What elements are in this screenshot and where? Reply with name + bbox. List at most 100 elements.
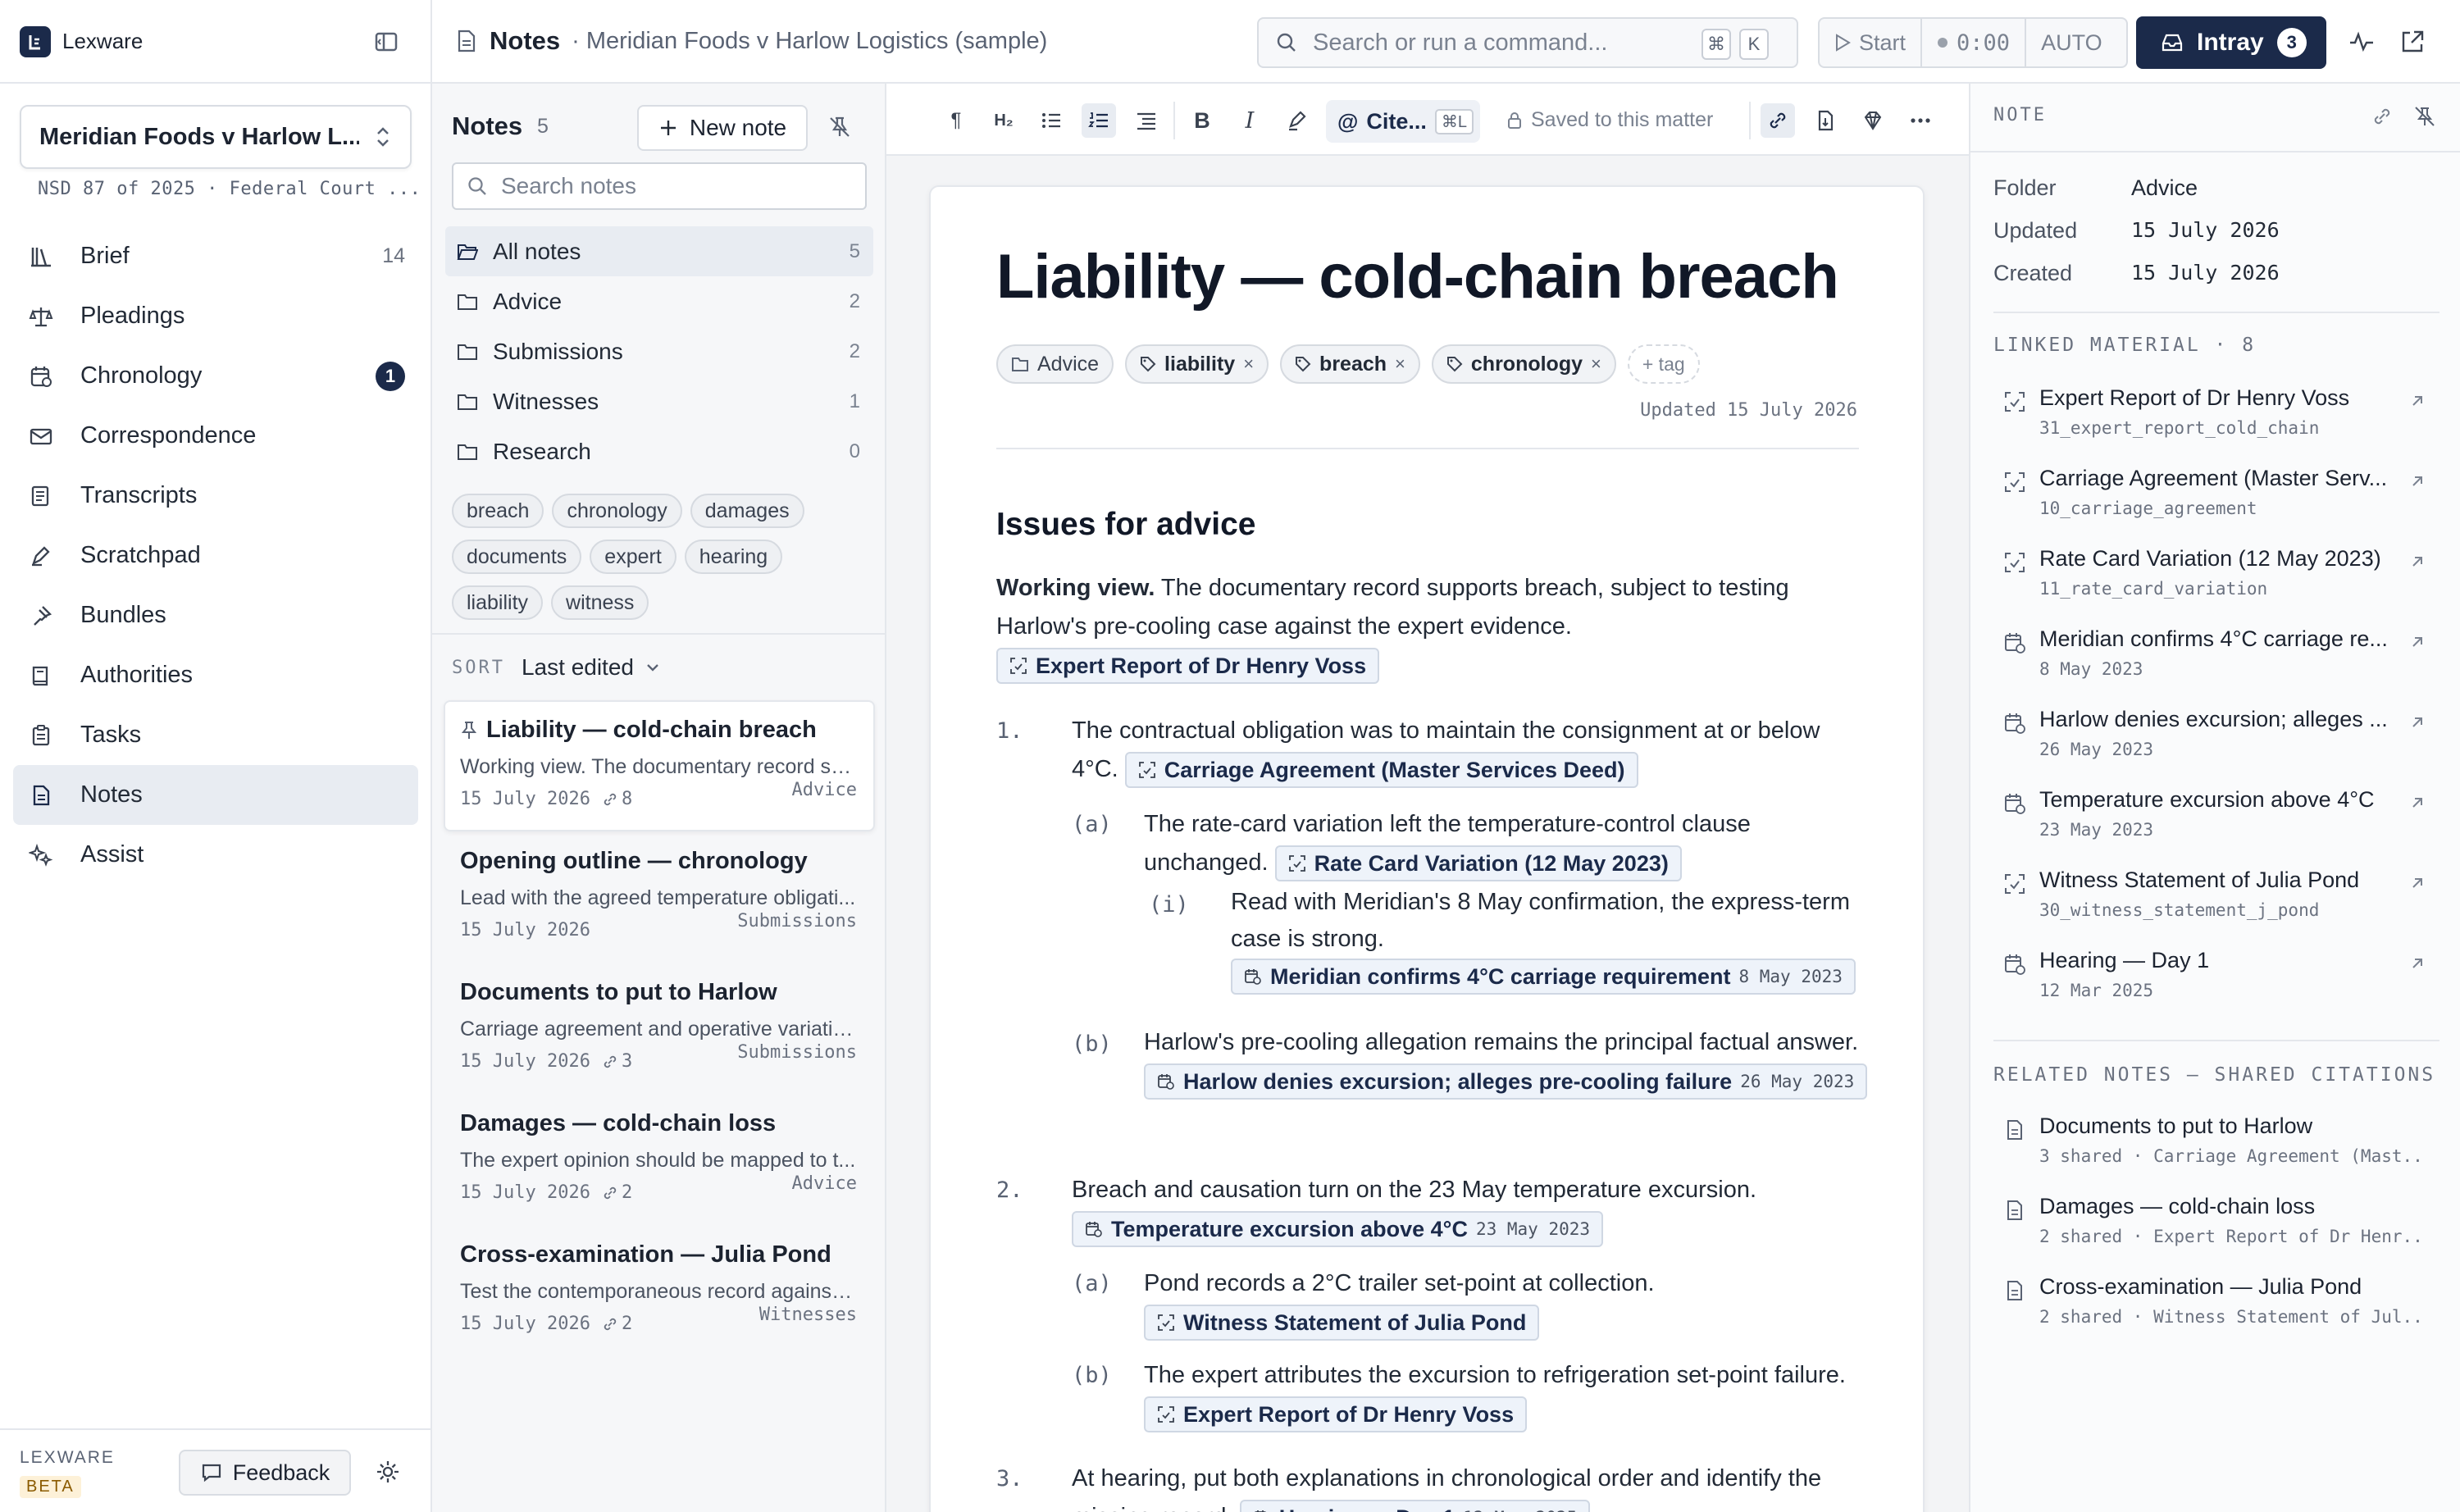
note-tag-breach[interactable]: breach × [1280,344,1420,384]
citation-chip-document[interactable]: Carriage Agreement (Master Services Deed… [1124,752,1638,789]
sidebar-item-scratchpad[interactable]: Scratchpad [13,526,418,585]
lexware-logo[interactable] [20,26,51,57]
folder-submissions[interactable]: Submissions 2 [445,326,873,376]
intro-paragraph[interactable]: Working view. The documentary record sup… [996,569,1866,685]
unpin-icon[interactable] [827,115,854,141]
collapse-sidebar-icon[interactable] [372,28,400,56]
bold-icon[interactable]: B [1185,103,1219,138]
sidebar-item-authorities[interactable]: Authorities [13,645,418,705]
unpin-icon[interactable] [2413,105,2438,130]
list-item-1b[interactable]: Harlow's pre-cooling allegation remains … [1144,1023,1874,1100]
heading-button[interactable]: H₂ [986,103,1021,138]
citation-chip-document[interactable]: Rate Card Variation (12 May 2023) [1274,845,1682,882]
remove-tag-icon[interactable]: × [1395,353,1405,375]
export-pdf-icon[interactable] [1808,103,1843,138]
sidebar-item-brief[interactable]: Brief 14 [13,226,418,286]
arrow-up-right-icon[interactable] [2408,874,2426,892]
note-list-item[interactable]: Opening outline — chronology Lead with t… [444,831,875,963]
linked-material-item[interactable]: Rate Card Variation (12 May 2023) 11_rat… [1993,546,2440,626]
sidebar-item-bundles[interactable]: Bundles [13,585,418,645]
linked-material-item[interactable]: Harlow denies excursion; alleges ... 26 … [1993,707,2440,787]
list-item-2[interactable]: Breach and causation turn on the 23 May … [1072,1171,1867,1248]
tag-filter-witness[interactable]: witness [551,585,649,620]
link-icon[interactable] [1761,103,1795,138]
tag-filter-expert[interactable]: expert [590,540,676,574]
timer-start-button[interactable]: Start [1820,19,1923,66]
citation-chip-document[interactable]: Expert Report of Dr Henry Voss [1144,1396,1528,1433]
list-item-2a[interactable]: Pond records a 2°C trailer set-point at … [1144,1264,1857,1341]
citation-chip-event[interactable]: Harlow denies excursion; alleges pre-coo… [1144,1063,1868,1100]
activity-icon[interactable] [2348,28,2377,57]
note-list-item[interactable]: Documents to put to Harlow Carriage agre… [444,963,875,1094]
linked-material-item[interactable]: Temperature excursion above 4°C 23 May 2… [1993,787,2440,868]
notes-search-input[interactable]: Search notes [452,162,867,210]
citation-chip-document[interactable]: Witness Statement of Julia Pond [1144,1305,1540,1341]
list-item-2b[interactable]: The expert attributes the excursion to r… [1144,1356,1857,1433]
folder-witnesses[interactable]: Witnesses 1 [445,376,873,426]
sidebar-item-pleadings[interactable]: Pleadings [13,286,418,346]
note-list-item[interactable]: Damages — cold-chain loss The expert opi… [444,1094,875,1225]
arrow-up-right-icon[interactable] [2408,954,2426,972]
linked-material-item[interactable]: Hearing — Day 1 12 Mar 2025 [1993,948,2440,1028]
arrow-up-right-icon[interactable] [2408,553,2426,571]
note-list-item[interactable]: Liability — cold-chain breach Working vi… [444,700,875,831]
copy-link-icon[interactable] [2371,105,2395,130]
breadcrumb-matter[interactable]: · Meridian Foods v Harlow Logistics (sam… [572,28,1047,55]
italic-icon[interactable]: I [1232,103,1267,138]
related-note-item[interactable]: Damages — cold-chain loss 2 shared · Exp… [1993,1194,2440,1274]
open-external-icon[interactable] [2398,28,2428,57]
citation-chip-event[interactable]: Temperature excursion above 4°C 23 May 20… [1072,1211,1604,1248]
list-item-3[interactable]: At hearing, put both explanations in chr… [1072,1460,1867,1512]
section-heading[interactable]: Issues for advice [996,507,1256,543]
cite-button[interactable]: @ Cite... ⌘L [1326,100,1480,143]
note-folder-tag[interactable]: Advice [996,344,1114,384]
remove-tag-icon[interactable]: × [1591,353,1601,375]
tag-filter-hearing[interactable]: hearing [684,540,783,574]
matter-selector[interactable]: Meridian Foods v Harlow L... [20,105,412,169]
bullet-list-icon[interactable] [1034,103,1068,138]
arrow-up-right-icon[interactable] [2408,794,2426,812]
linked-material-item[interactable]: Carriage Agreement (Master Serv... 10_ca… [1993,466,2440,546]
command-search[interactable]: Search or run a command... ⌘ K [1257,17,1798,68]
list-item-1[interactable]: The contractual obligation was to mainta… [1072,712,1867,789]
related-note-item[interactable]: Cross-examination — Julia Pond 2 shared … [1993,1274,2440,1355]
sidebar-item-correspondence[interactable]: Correspondence [13,406,418,466]
intray-button[interactable]: Intray 3 [2136,16,2326,69]
linked-material-item[interactable]: Expert Report of Dr Henry Voss 31_expert… [1993,385,2440,466]
sidebar-item-assist[interactable]: Assist [13,825,418,885]
arrow-up-right-icon[interactable] [2408,633,2426,651]
note-tag-liability[interactable]: liability × [1125,344,1269,384]
add-tag-button[interactable]: + tag [1627,344,1700,384]
tag-filter-documents[interactable]: documents [452,540,582,574]
linked-material-item[interactable]: Witness Statement of Julia Pond 30_witne… [1993,868,2440,948]
tag-filter-damages[interactable]: damages [690,494,804,528]
more-options-icon[interactable] [1903,103,1938,138]
folder-research[interactable]: Research 0 [445,426,873,476]
folder-all-notes[interactable]: All notes 5 [445,226,873,276]
gear-icon[interactable] [374,1458,403,1487]
arrow-up-right-icon[interactable] [2408,713,2426,731]
paragraph-button[interactable]: ¶ [939,103,973,138]
list-item-1ai[interactable]: Read with Meridian's 8 May confirmation,… [1231,884,1856,995]
numbered-list-icon[interactable] [1082,103,1116,138]
timer-mode[interactable]: AUTO [2026,19,2117,66]
note-title-heading[interactable]: Liability — cold-chain breach [996,241,1839,312]
feedback-button[interactable]: Feedback [179,1450,351,1496]
tag-filter-chronology[interactable]: chronology [552,494,682,528]
sidebar-item-tasks[interactable]: Tasks [13,705,418,765]
sidebar-item-notes[interactable]: Notes [13,765,418,825]
citation-chip-event[interactable]: Hearing — Day 1 12 Mar 2025 [1239,1500,1591,1512]
gem-icon[interactable] [1856,103,1890,138]
sidebar-item-transcripts[interactable]: Transcripts [13,466,418,526]
indent-list-icon[interactable] [1129,103,1164,138]
tag-filter-liability[interactable]: liability [452,585,544,620]
note-list-item[interactable]: Cross-examination — Julia Pond Test the … [444,1225,875,1356]
list-item-1a[interactable]: The rate-card variation left the tempera… [1144,805,1857,882]
arrow-up-right-icon[interactable] [2408,392,2426,410]
sidebar-item-chronology[interactable]: Chronology 1 [13,346,418,406]
arrow-up-right-icon[interactable] [2408,472,2426,490]
remove-tag-icon[interactable]: × [1243,353,1254,375]
linked-material-item[interactable]: Meridian confirms 4°C carriage re... 8 M… [1993,626,2440,707]
sort-dropdown[interactable]: Last edited [522,654,660,681]
tag-filter-breach[interactable]: breach [452,494,544,528]
